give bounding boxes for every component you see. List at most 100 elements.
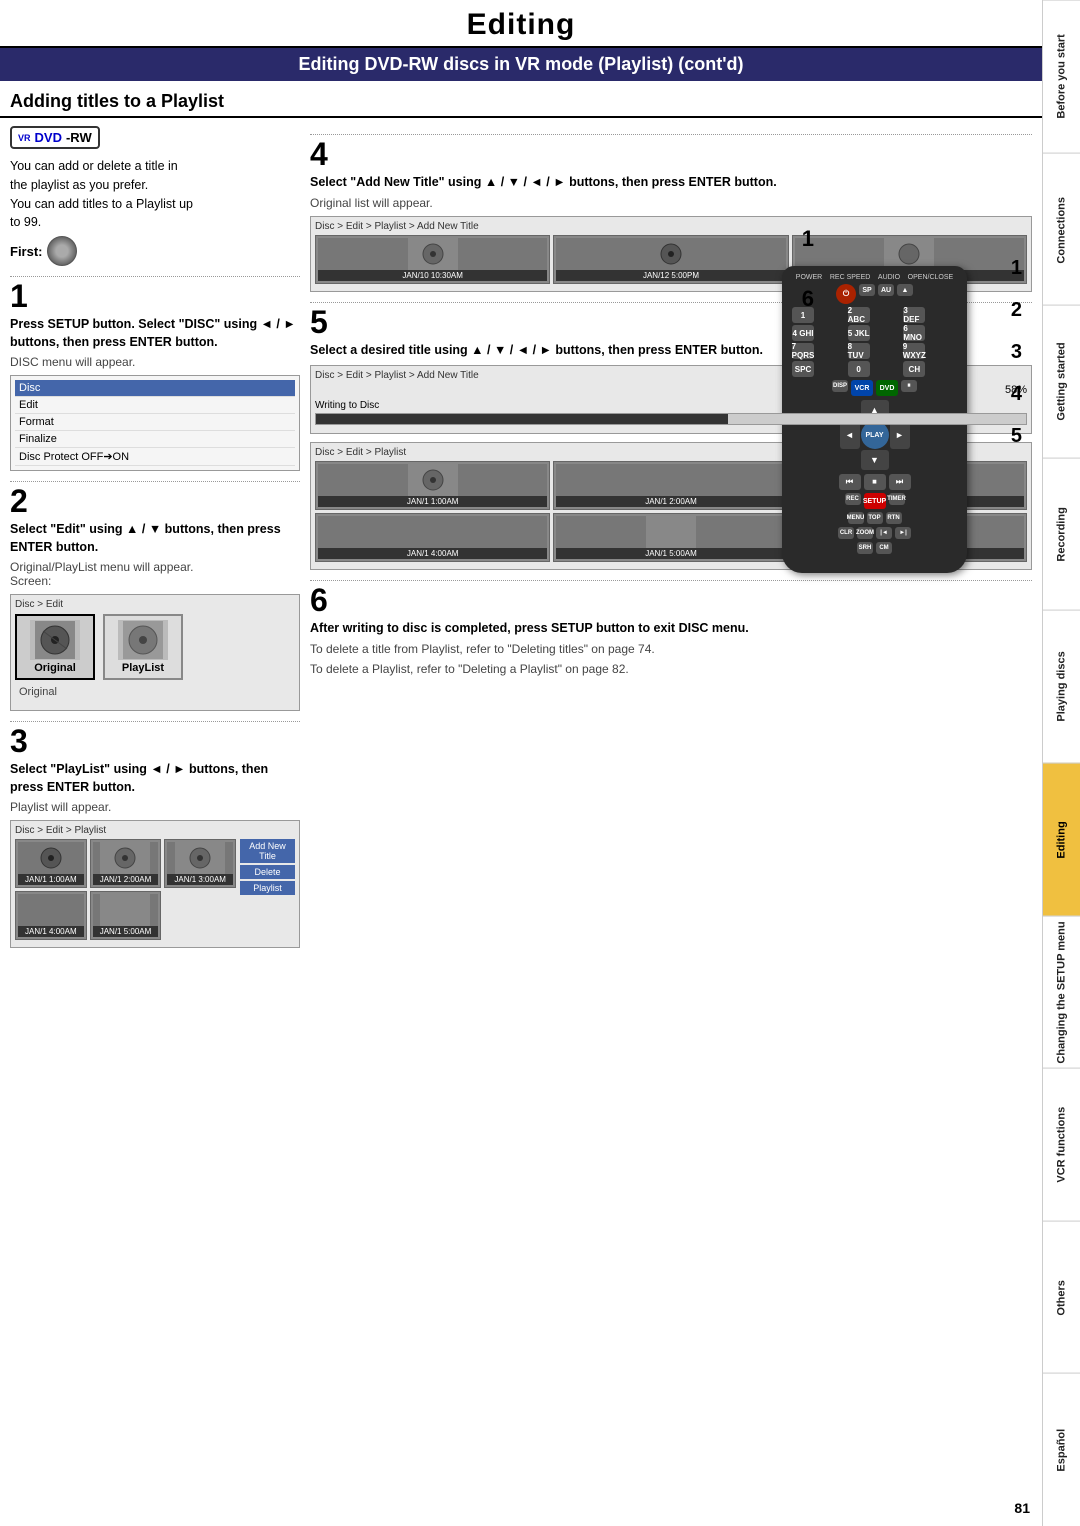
dpad-right[interactable]: ► [890,421,910,449]
stop-btn[interactable]: ⏹ [864,474,886,490]
thumb-img-2 [93,842,159,874]
intro-line4: to 99. [10,213,300,232]
step6-thumb-2: JAN/1 2:00AM [553,461,788,510]
step2-title: Select "Edit" using ▲ / ▼ buttons, then … [10,521,300,556]
num9[interactable]: 9 WXYZ [903,343,925,359]
display-btn[interactable]: DISP [832,380,848,392]
sidebar-editing: Editing [1043,763,1080,916]
sidebar-vcr-functions: VCR functions [1043,1068,1080,1221]
setup-btn[interactable]: SETUP [864,493,886,509]
num0[interactable]: 0 [848,361,870,377]
sidebar-before-you-start: Before you start [1043,0,1080,153]
num8[interactable]: 8 TUV [848,343,870,359]
sidebar-others: Others [1043,1221,1080,1374]
zoom-btn[interactable]: ZOOM [857,527,873,539]
original-icon-box: Original [15,614,95,680]
timer-btn[interactable]: TIMER [889,493,905,505]
dvd-btn[interactable]: DVD [876,380,898,396]
step3-thumbnail-grid: JAN/1 1:00AM JAN/1 2:00AM [15,839,236,940]
power-btn[interactable]: ⏻ [836,284,856,304]
thumb-label-4: JAN/1 4:00AM [18,926,84,937]
rewind-btn[interactable]: ⏮ [839,474,861,490]
pause-btn[interactable]: ⏸ [901,380,917,392]
menu-btn[interactable]: MENU [848,512,864,524]
dvd-rw-badge: VR DVD -RW [10,126,100,149]
menu-add-new: Add New Title [240,839,295,863]
num6[interactable]: 6 MNO [903,325,925,341]
thumb-label-5: JAN/1 5:00AM [93,926,159,937]
skip-back-btn[interactable]: |◄ [876,527,892,539]
intro-line1: You can add or delete a title in [10,157,300,176]
remote-top-labels: POWERREC SPEEDAUDIOOPEN/CLOSE [792,274,957,281]
step2-current-label: Original [15,684,295,700]
step3-screen-title: Disc > Edit > Playlist [15,825,295,836]
intro-line3: You can add titles to a Playlist up [10,195,300,214]
step2-number: 2 [10,485,300,517]
step1-separator [10,276,300,277]
cm-skip-btn[interactable]: CM [876,542,892,554]
rec-otr-btn[interactable]: REC [845,493,861,505]
skip-fwd-btn[interactable]: ►| [895,527,911,539]
step4-separator [310,134,1032,135]
num3[interactable]: 3 DEF [903,307,925,323]
side-num-5: 5 [1011,424,1022,448]
step4-subtext: Original list will appear. [310,196,1032,210]
audio-btn[interactable]: AU [878,284,894,296]
side-num-2: 2 [1011,298,1022,322]
thumb-img-3 [167,842,233,874]
playlist-label: PlayList [109,662,177,674]
display-row: DISP VCR DVD ⏸ [792,380,957,396]
return-btn[interactable]: RTN [886,512,902,524]
step6-thumb-img-4 [318,516,547,548]
num2[interactable]: 2 ABC [848,307,870,323]
step4-thumb-img-1 [318,238,547,270]
step6-thumb-5: JAN/1 5:00AM [553,513,788,562]
sidebar-espanol: Español [1043,1373,1080,1526]
step3-separator [10,721,300,722]
enter-btn[interactable]: PLAY [861,421,889,449]
step2-edit-icons: Original PlayList [15,614,295,680]
side-num-3: 3 [1011,340,1022,364]
dpad-down[interactable]: ▼ [861,450,889,470]
step1-title: Press SETUP button. Select "DISC" using … [10,316,300,351]
step4-title: Select "Add New Title" using ▲ / ▼ / ◄ /… [310,174,1032,192]
step2-subtext: Original/PlayList menu will appear.Scree… [10,560,300,588]
num4[interactable]: 4 GHI [792,325,814,341]
step4-thumb-img-3 [795,238,1024,270]
search-btn[interactable]: SRH [857,542,873,554]
rw-label: -RW [66,130,92,145]
top-menu-btn[interactable]: TOP [867,512,883,524]
page-title: Editing [0,8,1042,42]
search-row: SRH CM [792,542,957,554]
step4-number: 4 [310,138,1032,170]
thumb-img-4 [18,894,84,926]
ch-btn[interactable]: CH [903,361,925,377]
intro-line2: the playlist as you prefer. [10,176,300,195]
sidebar-connections: Connections [1043,153,1080,306]
step6-thumb-4: JAN/1 4:00AM [315,513,550,562]
step2-screen: Disc > Edit [10,594,300,711]
space-btn[interactable]: SPC [792,361,814,377]
num5[interactable]: 5 JKL [848,325,870,341]
step2-screen-title: Disc > Edit [15,599,295,610]
disc-icon [47,236,77,266]
vcr-btn[interactable]: VCR [851,380,873,396]
side-num-4: 4 [1011,382,1022,406]
step2-section: 2 Select "Edit" using ▲ / ▼ buttons, the… [10,485,300,711]
sub-header: Adding titles to a Playlist [0,87,1042,118]
remote-numpad: 1 2 ABC 3 DEF 4 GHI 5 JKL 6 MNO 7 PQRS 8… [792,307,957,377]
step4-thumb-2: JAN/12 5:00PM [553,235,788,284]
callout-6: 6 [802,286,814,312]
thumb-img-1 [18,842,84,874]
open-close-btn[interactable]: ▲ [897,284,913,296]
step6-note2: To delete a Playlist, refer to "Deleting… [310,662,1032,676]
num7[interactable]: 7 PQRS [792,343,814,359]
clear-btn[interactable]: CLR [838,527,854,539]
step3-subtext: Playlist will appear. [10,800,300,814]
dpad-left[interactable]: ◄ [840,421,860,449]
ffwd-btn[interactable]: ⏭ [889,474,911,490]
step1-section: 1 Press SETUP button. Select "DISC" usin… [10,280,300,471]
step6-thumb-img-5 [556,516,785,548]
rec-speed-btn[interactable]: SP [859,284,875,296]
thumb-label-1: JAN/1 1:00AM [18,874,84,885]
